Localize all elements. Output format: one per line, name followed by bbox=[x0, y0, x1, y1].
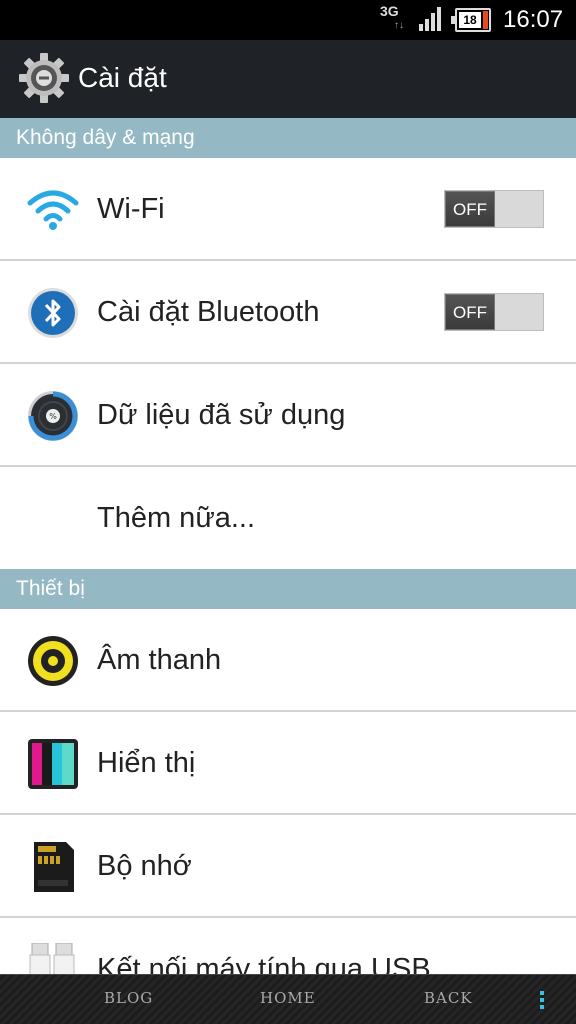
settings-item-label: Dữ liệu đã sử dụng bbox=[97, 399, 346, 431]
battery-level: 18 bbox=[459, 12, 481, 28]
back-button[interactable]: BACK bbox=[424, 989, 473, 1007]
settings-item-label: Kết nối máy tính qua USB bbox=[97, 953, 431, 974]
network-activity: ↑↓ bbox=[394, 20, 404, 31]
settings-item-sound[interactable]: Âm thanh bbox=[0, 609, 576, 712]
overflow-menu-icon[interactable] bbox=[540, 991, 546, 1013]
settings-gear-icon[interactable] bbox=[18, 52, 70, 104]
settings-item-data-usage[interactable]: % Dữ liệu đã sử dụng bbox=[0, 364, 576, 467]
settings-item-label: Thêm nữa... bbox=[97, 502, 256, 534]
speaker-icon bbox=[28, 636, 78, 686]
action-bar: Cài đặt bbox=[0, 40, 576, 118]
navigation-bar: BLOG HOME BACK bbox=[0, 974, 576, 1024]
section-header-device: Thiết bị bbox=[0, 569, 576, 609]
wifi-toggle[interactable]: OFF bbox=[444, 190, 544, 228]
home-button[interactable]: HOME bbox=[260, 989, 316, 1007]
settings-item-wifi[interactable]: Wi-Fi OFF bbox=[0, 158, 576, 261]
clock: 16:07 bbox=[503, 6, 564, 33]
settings-item-usb[interactable]: Kết nối máy tính qua USB bbox=[0, 918, 576, 974]
toggle-state: OFF bbox=[445, 294, 495, 330]
display-icon bbox=[28, 739, 78, 789]
settings-item-more[interactable]: Thêm nữa... bbox=[0, 467, 576, 569]
data-usage-icon: % bbox=[28, 391, 78, 441]
settings-item-label: Hiển thị bbox=[97, 747, 196, 779]
bluetooth-icon bbox=[28, 288, 78, 338]
wifi-icon bbox=[27, 190, 79, 230]
settings-list: Không dây & mạng Wi-Fi OFF Cài đặt Bluet… bbox=[0, 118, 576, 974]
settings-item-label: Wi-Fi bbox=[97, 193, 165, 225]
settings-item-label: Bộ nhớ bbox=[97, 850, 192, 882]
battery-icon: 18 bbox=[451, 8, 491, 32]
network-type: 3G bbox=[380, 3, 399, 19]
section-header-wireless: Không dây & mạng bbox=[0, 118, 576, 158]
settings-item-label: Âm thanh bbox=[97, 644, 222, 676]
sd-card-icon bbox=[34, 842, 74, 892]
svg-text:%: % bbox=[49, 412, 57, 421]
usb-icon bbox=[29, 943, 75, 974]
settings-item-display[interactable]: Hiển thị bbox=[0, 712, 576, 815]
bluetooth-toggle[interactable]: OFF bbox=[444, 293, 544, 331]
toggle-state: OFF bbox=[445, 191, 495, 227]
blog-button[interactable]: BLOG bbox=[104, 989, 153, 1007]
status-bar: 3G ↑↓ 18 16:07 bbox=[0, 0, 576, 40]
signal-icon bbox=[419, 7, 441, 31]
settings-item-storage[interactable]: Bộ nhớ bbox=[0, 815, 576, 918]
settings-item-label: Cài đặt Bluetooth bbox=[97, 296, 320, 328]
settings-item-bluetooth[interactable]: Cài đặt Bluetooth OFF bbox=[0, 261, 576, 364]
page-title: Cài đặt bbox=[78, 62, 167, 93]
